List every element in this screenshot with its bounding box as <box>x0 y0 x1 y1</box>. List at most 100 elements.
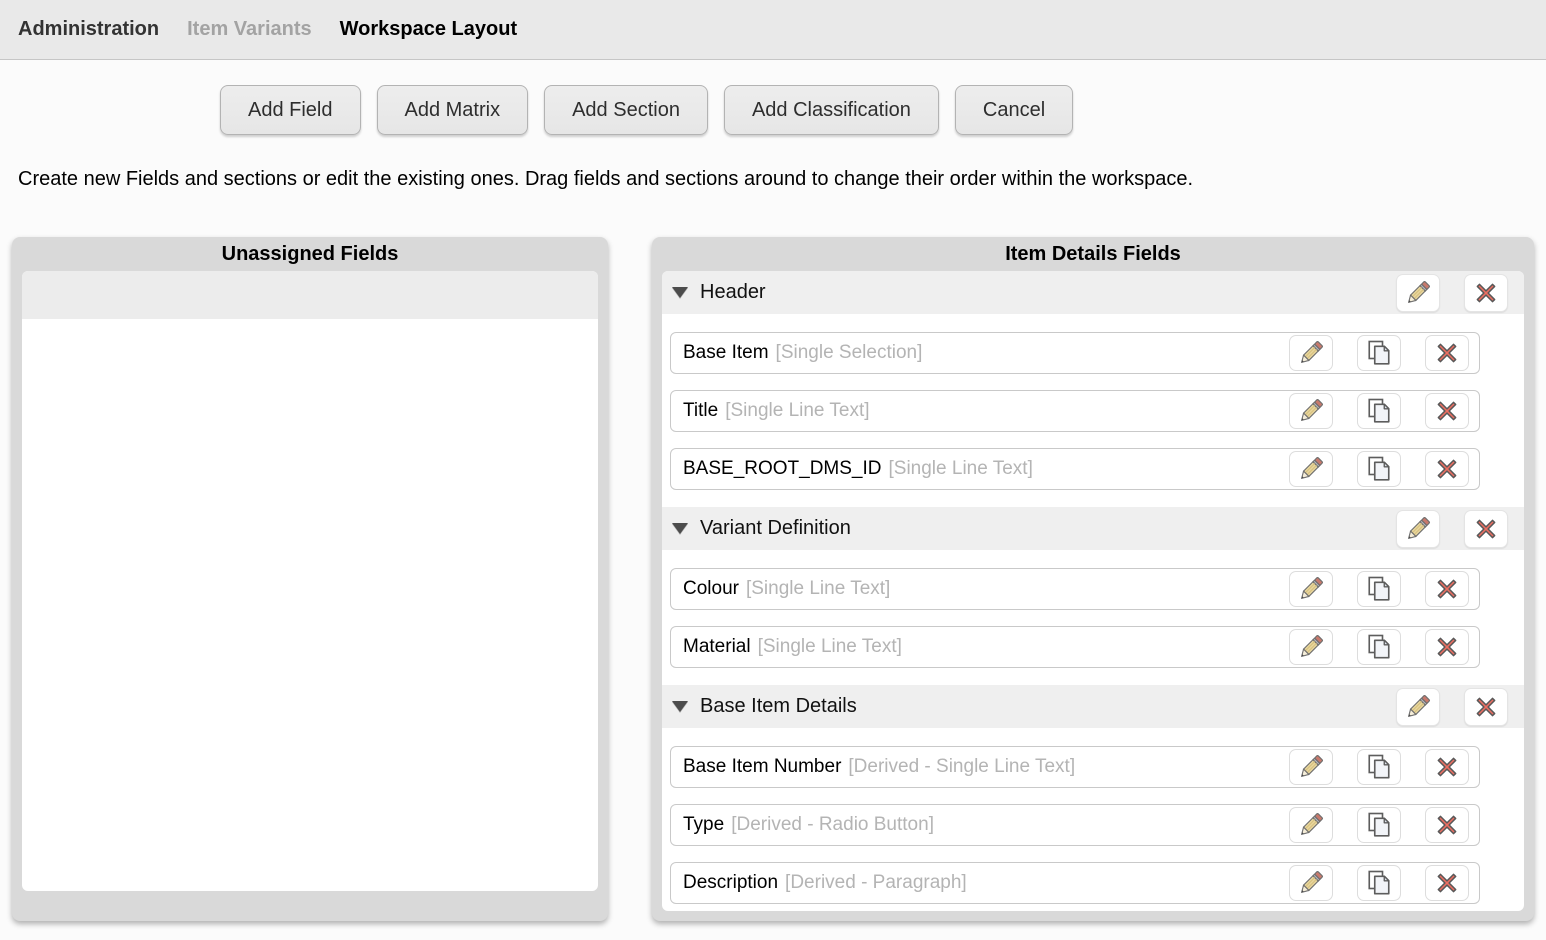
nav-administration[interactable]: Administration <box>18 18 159 41</box>
field-row[interactable]: BASE_ROOT_DMS_ID [Single Line Text] <box>670 448 1480 490</box>
delete-x-icon <box>1433 575 1461 603</box>
unassigned-fields-list[interactable] <box>22 271 598 891</box>
field-copy-button[interactable] <box>1357 393 1401 429</box>
field-delete-button[interactable] <box>1425 865 1469 901</box>
field-label: Base Item <box>683 342 769 364</box>
field-edit-button[interactable] <box>1289 335 1333 371</box>
add-field-button[interactable]: Add Field <box>220 85 361 135</box>
top-navigation-bar: Administration Item Variants Workspace L… <box>0 0 1546 60</box>
field-edit-button[interactable] <box>1289 393 1333 429</box>
field-actions <box>1289 749 1469 785</box>
delete-x-icon <box>1433 869 1461 897</box>
field-label: Colour <box>683 578 739 600</box>
delete-x-icon <box>1433 753 1461 781</box>
collapse-triangle-icon[interactable] <box>672 287 688 298</box>
field-type: [Derived - Single Line Text] <box>848 756 1075 778</box>
field-delete-button[interactable] <box>1425 749 1469 785</box>
field-edit-button[interactable] <box>1289 865 1333 901</box>
field-label: BASE_ROOT_DMS_ID <box>683 458 882 480</box>
field-type: [Single Line Text] <box>746 578 890 600</box>
field-delete-button[interactable] <box>1425 335 1469 371</box>
field-row[interactable]: Colour [Single Line Text] <box>670 568 1480 610</box>
pencil-icon <box>1296 632 1326 662</box>
field-edit-button[interactable] <box>1289 629 1333 665</box>
field-actions <box>1289 335 1469 371</box>
section-field-rows: Base Item Number [Derived - Single Line … <box>670 746 1480 904</box>
field-edit-button[interactable] <box>1289 749 1333 785</box>
field-actions <box>1289 393 1469 429</box>
field-delete-button[interactable] <box>1425 451 1469 487</box>
field-edit-button[interactable] <box>1289 807 1333 843</box>
field-row[interactable]: Type [Derived - Radio Button] <box>670 804 1480 846</box>
section-title: Header <box>700 281 766 304</box>
field-copy-button[interactable] <box>1357 865 1401 901</box>
section-title: Variant Definition <box>700 517 851 540</box>
field-type: [Single Line Text] <box>889 458 1033 480</box>
layout-section: Base Item Details Base Item Number [Deri… <box>662 685 1524 904</box>
field-row[interactable]: Base Item [Single Selection] <box>670 332 1480 374</box>
pencil-icon <box>1296 868 1326 898</box>
section-header[interactable]: Base Item Details <box>662 685 1524 728</box>
field-delete-button[interactable] <box>1425 393 1469 429</box>
copy-icon <box>1364 752 1394 782</box>
section-header[interactable]: Header <box>662 271 1524 314</box>
field-label: Type <box>683 814 724 836</box>
pencil-icon <box>1403 692 1433 722</box>
collapse-triangle-icon[interactable] <box>672 523 688 534</box>
pencil-icon <box>1296 396 1326 426</box>
section-header[interactable]: Variant Definition <box>662 507 1524 550</box>
section-edit-button[interactable] <box>1396 510 1440 548</box>
section-delete-button[interactable] <box>1464 510 1508 548</box>
field-delete-button[interactable] <box>1425 807 1469 843</box>
pencil-icon <box>1296 810 1326 840</box>
field-actions <box>1289 807 1469 843</box>
field-label: Material <box>683 636 751 658</box>
nav-workspace-layout[interactable]: Workspace Layout <box>340 18 517 41</box>
section-edit-button[interactable] <box>1396 274 1440 312</box>
section-actions <box>1396 510 1508 548</box>
delete-x-icon <box>1472 693 1500 721</box>
delete-x-icon <box>1472 279 1500 307</box>
field-edit-button[interactable] <box>1289 451 1333 487</box>
field-copy-button[interactable] <box>1357 571 1401 607</box>
field-copy-button[interactable] <box>1357 749 1401 785</box>
field-delete-button[interactable] <box>1425 629 1469 665</box>
copy-icon <box>1364 632 1394 662</box>
pencil-icon <box>1403 514 1433 544</box>
unassigned-fields-title: Unassigned Fields <box>22 237 598 271</box>
field-type: [Single Line Text] <box>758 636 902 658</box>
pencil-icon <box>1296 752 1326 782</box>
section-delete-button[interactable] <box>1464 274 1508 312</box>
collapse-triangle-icon[interactable] <box>672 701 688 712</box>
pencil-icon <box>1403 278 1433 308</box>
field-actions <box>1289 571 1469 607</box>
copy-icon <box>1364 868 1394 898</box>
field-row[interactable]: Base Item Number [Derived - Single Line … <box>670 746 1480 788</box>
field-row[interactable]: Description [Derived - Paragraph] <box>670 862 1480 904</box>
copy-icon <box>1364 574 1394 604</box>
add-matrix-button[interactable]: Add Matrix <box>377 85 529 135</box>
field-label: Base Item Number <box>683 756 841 778</box>
pencil-icon <box>1296 574 1326 604</box>
unassigned-fields-panel: Unassigned Fields <box>12 237 608 921</box>
field-copy-button[interactable] <box>1357 629 1401 665</box>
section-edit-button[interactable] <box>1396 688 1440 726</box>
nav-item-variants: Item Variants <box>187 18 312 41</box>
section-delete-button[interactable] <box>1464 688 1508 726</box>
field-type: [Derived - Radio Button] <box>731 814 934 836</box>
unassigned-empty-drop-zone <box>22 271 598 319</box>
field-copy-button[interactable] <box>1357 451 1401 487</box>
field-edit-button[interactable] <box>1289 571 1333 607</box>
field-label: Description <box>683 872 778 894</box>
field-copy-button[interactable] <box>1357 807 1401 843</box>
field-copy-button[interactable] <box>1357 335 1401 371</box>
add-classification-button[interactable]: Add Classification <box>724 85 939 135</box>
delete-x-icon <box>1433 397 1461 425</box>
field-row[interactable]: Material [Single Line Text] <box>670 626 1480 668</box>
add-section-button[interactable]: Add Section <box>544 85 708 135</box>
field-actions <box>1289 451 1469 487</box>
field-type: [Single Selection] <box>776 342 923 364</box>
field-row[interactable]: Title [Single Line Text] <box>670 390 1480 432</box>
cancel-button[interactable]: Cancel <box>955 85 1073 135</box>
field-delete-button[interactable] <box>1425 571 1469 607</box>
